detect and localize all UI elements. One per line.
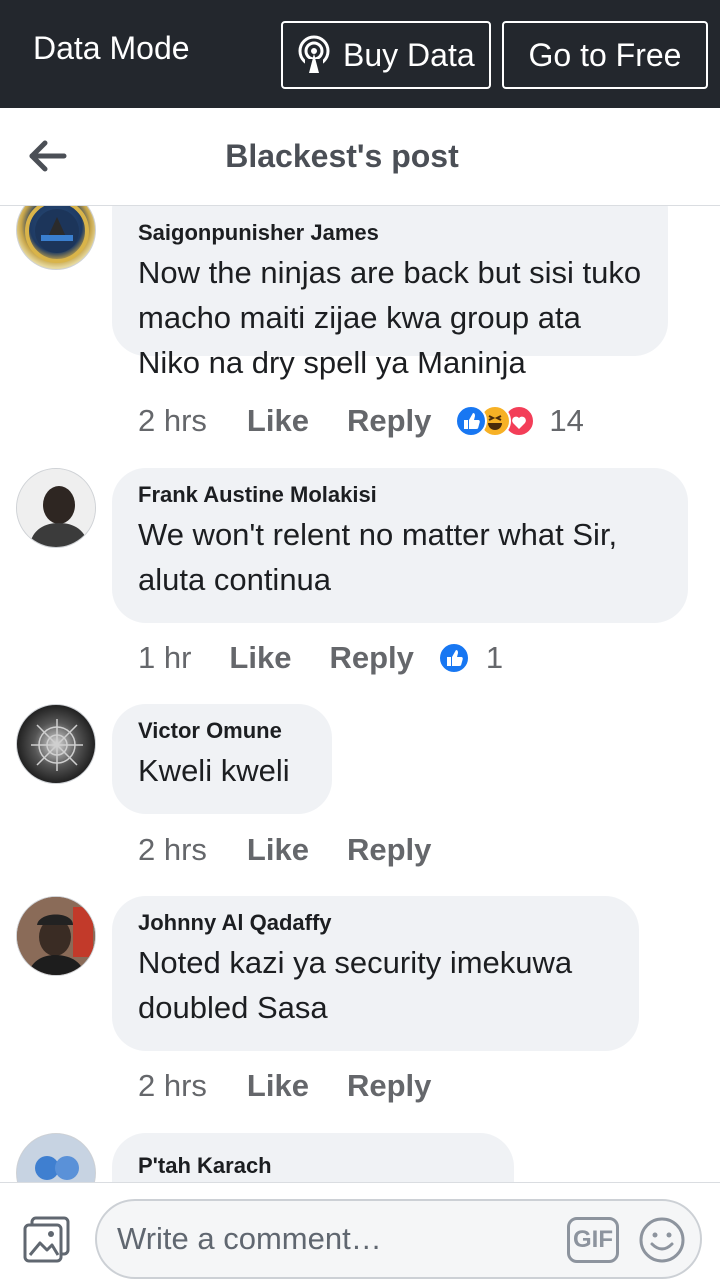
comment-text: We won't relent no matter what Sir, alut… [138,517,618,597]
comment-bubble[interactable]: Saigonpunisher James Now the ninjas are … [112,206,668,380]
reactions-summary[interactable]: 1 [437,640,504,676]
comments-list: Saigonpunisher James Now the ninjas are … [0,206,720,1182]
avatar[interactable] [16,896,96,976]
go-to-free-button[interactable]: Go to Free [502,21,708,89]
comment-input-wrapper: GIF [95,1199,702,1279]
like-button[interactable]: Like [229,640,291,676]
comment-author[interactable]: Victor Omune [138,718,306,744]
gif-button[interactable]: GIF [567,1217,619,1263]
page-title: Blackest's post [225,138,459,174]
buy-data-label: Buy Data [343,36,475,73]
reply-button[interactable]: Reply [329,640,413,676]
smiley-icon [639,1217,685,1263]
profile-photo-icon [17,897,95,975]
comment-author[interactable]: Johnny Al Qadaffy [138,910,613,936]
comment-bubble[interactable]: Johnny Al Qadaffy Noted kazi ya security… [112,896,639,1051]
like-reaction-icon [437,642,470,674]
comment-author[interactable]: P'tah Karach [138,1153,488,1179]
reactions-summary[interactable]: 14 [455,403,584,439]
buy-data-button[interactable]: Buy Data [281,21,491,89]
data-mode-bar: Data Mode Buy Data Go to Free [0,0,720,108]
data-mode-label: Data Mode [33,30,190,66]
comment-time[interactable]: 2 hrs [138,832,207,868]
like-reaction-icon [455,405,488,437]
avatar[interactable] [16,468,96,548]
comment-bubble[interactable]: Victor Omune Kweli kweli [112,704,332,814]
comment-time[interactable]: 2 hrs [138,403,207,439]
go-to-free-label: Go to Free [528,36,682,73]
comment-text: Now the ninjas are back but sisi tuko ma… [138,255,642,380]
profile-photo-icon [17,469,95,547]
avatar[interactable] [16,1133,96,1182]
comment-composer: GIF [0,1182,720,1282]
comment-author[interactable]: Frank Austine Molakisi [138,482,662,508]
post-header: Blackest's post [0,108,720,206]
comment-actions: 2 hrs Like Reply [138,830,431,870]
comment-author[interactable]: Saigonpunisher James [138,220,642,246]
comment-time[interactable]: 2 hrs [138,1068,207,1104]
like-button[interactable]: Like [247,832,309,868]
comment-actions: 2 hrs Like Reply 14 [138,401,584,441]
comment-bubble[interactable]: P'tah Karach [112,1133,514,1182]
add-photo-button[interactable] [22,1215,72,1263]
web-pattern-icon [31,719,83,771]
emoji-button[interactable] [637,1215,687,1265]
comment-actions: 2 hrs Like Reply [138,1066,431,1106]
comment-input[interactable] [117,1215,547,1263]
reply-button[interactable]: Reply [347,832,431,868]
profile-photo-icon [17,1134,95,1182]
comment-actions: 1 hr Like Reply 1 [138,638,503,678]
comment-bubble[interactable]: Frank Austine Molakisi We won't relent n… [112,468,688,623]
like-button[interactable]: Like [247,1068,309,1104]
reaction-count: 14 [549,403,584,438]
saigon-logo-icon [25,206,89,263]
broadcast-icon [298,35,330,75]
reaction-count: 1 [485,640,504,675]
comment-text: Kweli kweli [138,753,290,788]
photo-icon [23,1216,70,1263]
avatar[interactable] [16,704,96,784]
comment-time[interactable]: 1 hr [138,640,191,676]
avatar[interactable] [16,206,96,270]
like-button[interactable]: Like [247,403,309,439]
reply-button[interactable]: Reply [347,403,431,439]
reply-button[interactable]: Reply [347,1068,431,1104]
comment-text: Noted kazi ya security imekuwa doubled S… [138,945,573,1025]
